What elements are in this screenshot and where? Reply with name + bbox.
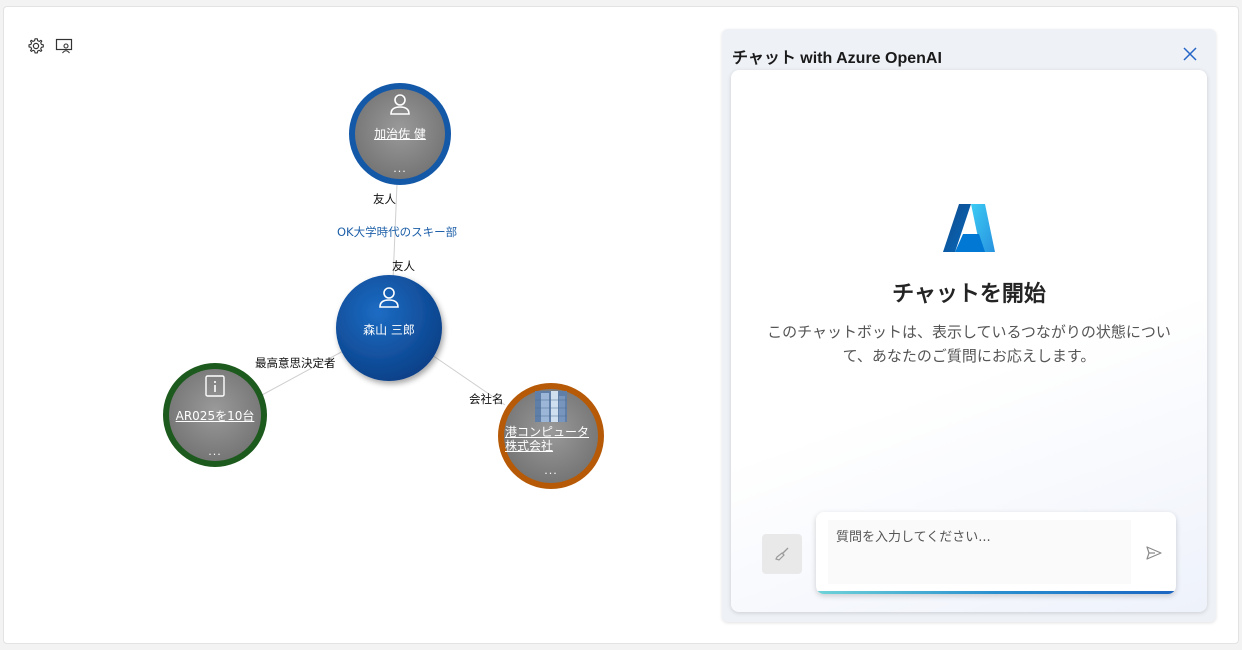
- edge-label-friend-top: 友人: [373, 192, 396, 206]
- edge-label-decision-maker: 最高意思決定者: [255, 356, 336, 370]
- close-icon[interactable]: [1182, 46, 1198, 62]
- node-moriyama-name: 森山 三郎: [363, 323, 415, 337]
- input-focus-underline: [816, 591, 1176, 594]
- node-ar025-more[interactable]: ...: [195, 445, 235, 458]
- node-kajisa-name[interactable]: 加治佐 健: [350, 127, 450, 141]
- start-heading: チャットを開始: [892, 282, 1046, 307]
- azure-logo-icon: [943, 204, 995, 252]
- edge-label-company: 会社名: [469, 392, 504, 406]
- node-minato-name[interactable]: 港コンピュータ株式会社: [505, 425, 597, 453]
- edge-label-friend-bottom: 友人: [392, 259, 415, 273]
- start-description: このチャットボットは、表示しているつながりの状態について、あなたのご質問にお応え…: [767, 323, 1171, 365]
- chat-title: チャット with Azure OpenAI: [732, 50, 942, 67]
- clear-chat-button[interactable]: [762, 534, 802, 574]
- node-minato-more[interactable]: ...: [531, 464, 571, 477]
- chat-body: チャットを開始 このチャットボットは、表示しているつながりの状態について、あなた…: [731, 70, 1207, 612]
- chat-panel: チャット with Azure OpenAI チャットを開始 このチャットボット…: [722, 29, 1216, 622]
- relationship-graph: [163, 83, 604, 489]
- chat-input[interactable]: [828, 520, 1131, 584]
- send-icon[interactable]: [1145, 544, 1163, 562]
- node-ar025-name[interactable]: AR025を10台: [165, 409, 265, 423]
- building-photo: [535, 391, 567, 422]
- broom-icon: [775, 547, 789, 561]
- chat-input-card: [816, 512, 1176, 594]
- edge-note-friend: OK大学時代のスキー部: [337, 225, 458, 239]
- node-kajisa-more[interactable]: ...: [380, 162, 420, 175]
